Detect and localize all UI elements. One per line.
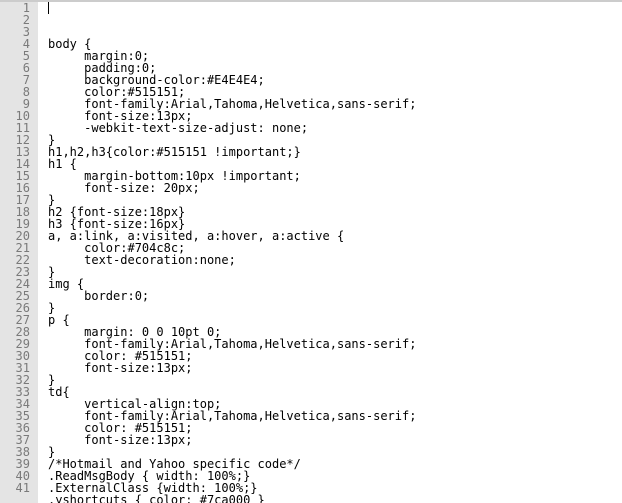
line-number-gutter: 1234567891011121314151617181920212223242… [0,2,38,503]
code-line[interactable]: .yshortcuts { color: #7ca000 } [48,494,622,503]
code-line[interactable]: } [48,374,622,386]
code-area[interactable]: body { margin:0; padding:0; background-c… [38,2,622,503]
code-editor: 1234567891011121314151617181920212223242… [0,0,622,503]
code-line[interactable]: font-size:13px; [48,362,622,374]
line-number: 41 [0,482,30,494]
code-line[interactable]: } [48,266,622,278]
code-line[interactable]: -webkit-text-size-adjust: none; [48,122,622,134]
code-line[interactable]: } [48,302,622,314]
code-line[interactable]: font-size: 20px; [48,182,622,194]
code-line[interactable]: font-size:13px; [48,434,622,446]
code-line[interactable]: text-decoration:none; [48,254,622,266]
code-line[interactable]: border:0; [48,290,622,302]
code-line[interactable]: h1,h2,h3{color:#515151 !important;} [48,146,622,158]
text-caret [48,2,49,14]
